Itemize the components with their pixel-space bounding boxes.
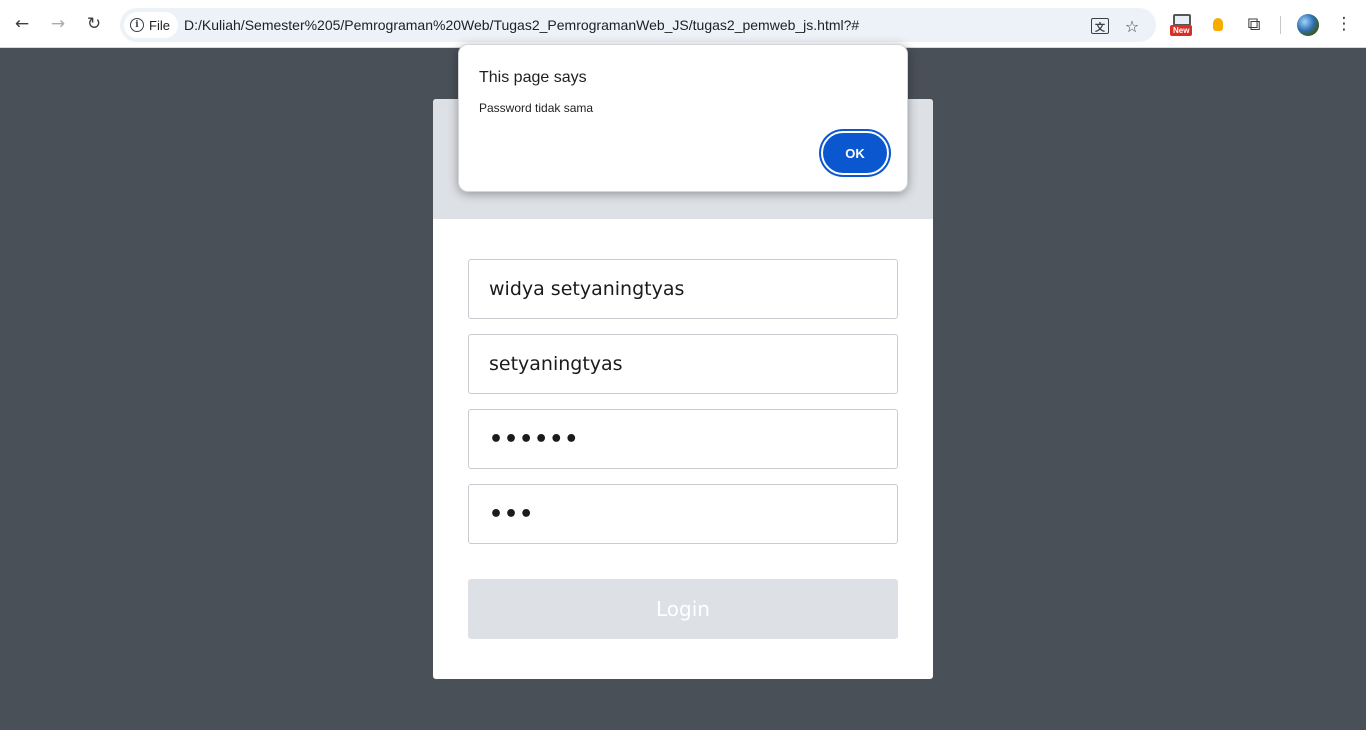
url-text[interactable]: D:/Kuliah/Semester%205/Pemrograman%20Web…: [184, 17, 859, 33]
dialog-message: Password tidak sama: [479, 101, 594, 115]
translate-icon[interactable]: 文: [1090, 16, 1110, 36]
info-icon: i: [130, 18, 144, 32]
browser-toolbar: ← → ↻ i File D:/Kuliah/Semester%205/Pemr…: [0, 0, 1366, 48]
forward-icon[interactable]: →: [46, 12, 70, 36]
login-button[interactable]: Login: [468, 579, 898, 639]
bookmark-star-icon[interactable]: ☆: [1122, 16, 1142, 36]
new-badge: New: [1170, 25, 1193, 36]
profile-avatar[interactable]: [1297, 14, 1319, 36]
ok-button[interactable]: OK: [821, 131, 889, 175]
username-input[interactable]: setyaningtyas: [468, 334, 898, 394]
confirm-password-input[interactable]: •••: [468, 484, 898, 544]
back-icon[interactable]: ←: [10, 12, 34, 36]
site-info-chip[interactable]: i File: [124, 12, 178, 38]
new-extension-icon[interactable]: New: [1169, 12, 1195, 36]
bulb-extension-icon[interactable]: [1208, 12, 1228, 36]
toolbar-divider: [1280, 16, 1281, 34]
site-chip-label: File: [149, 17, 170, 33]
password-input[interactable]: ••••••: [468, 409, 898, 469]
address-bar[interactable]: i File D:/Kuliah/Semester%205/Pemrograma…: [120, 8, 1156, 42]
fullname-input[interactable]: widya setyaningtyas: [468, 259, 898, 319]
more-menu-icon[interactable]: ⋮: [1332, 12, 1356, 36]
dialog-title: This page says: [479, 69, 587, 86]
extensions-puzzle-icon[interactable]: ⧉: [1242, 12, 1266, 36]
reload-icon[interactable]: ↻: [82, 12, 106, 36]
alert-dialog: This page says Password tidak sama OK: [458, 44, 908, 192]
